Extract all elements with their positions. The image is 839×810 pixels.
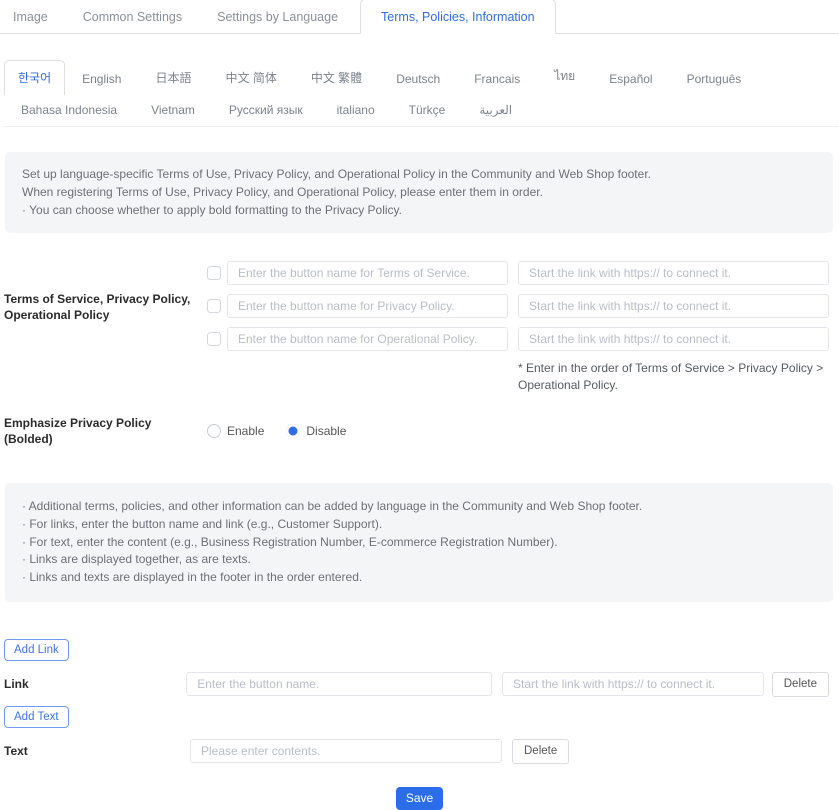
- lang-tab-english[interactable]: English: [65, 64, 138, 95]
- notice-line: · Links and texts are displayed in the f…: [22, 569, 816, 587]
- lang-tab-indonesian[interactable]: Bahasa Indonesia: [4, 95, 134, 126]
- text-content-input[interactable]: [190, 739, 502, 763]
- notice-line: · For links, enter the button name and l…: [22, 516, 816, 534]
- lang-tab-russian[interactable]: Русский язык: [212, 95, 320, 126]
- emphasize-enable-option[interactable]: Enable: [207, 424, 264, 438]
- notice-line: · Additional terms, policies, and other …: [22, 498, 816, 516]
- footer-text-row: Text Delete: [4, 739, 829, 764]
- lang-tab-french[interactable]: Francais: [457, 64, 537, 95]
- lang-tab-portuguese[interactable]: Português: [670, 64, 759, 95]
- lang-tab-chinese-traditional[interactable]: 中文 繁體: [294, 61, 379, 95]
- tab-common-settings[interactable]: Common Settings: [70, 0, 195, 33]
- tab-terms-policies-information[interactable]: Terms, Policies, Information: [360, 0, 556, 34]
- lang-tab-thai[interactable]: ไทย: [537, 59, 592, 95]
- lang-tab-turkish[interactable]: Türkçe: [392, 95, 463, 126]
- language-tab-bar: 한국어 English 日本語 中文 简体 中文 繁體 Deutsch Fran…: [4, 59, 839, 127]
- emphasize-privacy-row: Emphasize Privacy Policy (Bolded) Enable…: [4, 415, 829, 447]
- operational-policy-name-input[interactable]: [227, 327, 508, 351]
- delete-text-button[interactable]: Delete: [512, 739, 569, 764]
- privacy-policy-link-input[interactable]: [518, 294, 829, 318]
- lang-tab-chinese-simplified[interactable]: 中文 简体: [209, 61, 294, 95]
- save-button[interactable]: Save: [396, 787, 443, 810]
- terms-of-service-link-input[interactable]: [518, 261, 829, 285]
- terms-section-label: Terms of Service, Privacy Policy, Operat…: [4, 261, 207, 394]
- link-url-input[interactable]: [502, 672, 764, 696]
- emphasize-disable-option[interactable]: Disable: [286, 424, 346, 438]
- enable-radio-label: Enable: [227, 424, 264, 438]
- disable-radio-label: Disable: [306, 424, 346, 438]
- terms-policy-section: Terms of Service, Privacy Policy, Operat…: [4, 261, 829, 394]
- notice-line: · You can choose whether to apply bold f…: [22, 202, 816, 220]
- notice-line: · Links are displayed together, as are t…: [22, 551, 816, 569]
- terms-of-service-name-input[interactable]: [227, 261, 508, 285]
- terms-of-service-row: [207, 261, 829, 285]
- lang-tab-arabic[interactable]: العربية: [462, 95, 529, 126]
- operational-policy-link-input[interactable]: [518, 327, 829, 351]
- terms-policies-page: Image Common Settings Settings by Langua…: [0, 0, 839, 810]
- additional-info-notice-box: · Additional terms, policies, and other …: [5, 483, 833, 602]
- lang-tab-spanish[interactable]: Español: [592, 64, 669, 95]
- emphasize-privacy-label: Emphasize Privacy Policy (Bolded): [4, 415, 207, 447]
- link-row-label: Link: [4, 676, 186, 692]
- tab-settings-by-language[interactable]: Settings by Language: [204, 0, 351, 33]
- tab-image[interactable]: Image: [0, 0, 61, 33]
- top-tab-bar: Image Common Settings Settings by Langua…: [0, 0, 839, 34]
- terms-inputs-column: * Enter in the order of Terms of Service…: [207, 261, 829, 394]
- link-name-input[interactable]: [186, 672, 492, 696]
- delete-link-button[interactable]: Delete: [772, 672, 829, 697]
- add-link-button[interactable]: Add Link: [4, 639, 69, 661]
- notice-line: When registering Terms of Use, Privacy P…: [22, 184, 816, 202]
- add-text-button[interactable]: Add Text: [4, 706, 69, 728]
- lang-tab-italian[interactable]: italiano: [320, 95, 392, 126]
- disable-radio-icon[interactable]: [286, 424, 300, 438]
- notice-line: Set up language-specific Terms of Use, P…: [22, 166, 816, 184]
- privacy-policy-row: [207, 294, 829, 318]
- lang-tab-vietnamese[interactable]: Vietnam: [134, 95, 212, 126]
- lang-tab-japanese[interactable]: 日本語: [138, 61, 208, 95]
- terms-notice-box: Set up language-specific Terms of Use, P…: [5, 152, 833, 233]
- operational-policy-checkbox[interactable]: [207, 332, 221, 346]
- enable-radio-icon[interactable]: [207, 424, 221, 438]
- text-row-label: Text: [4, 743, 190, 759]
- footer-link-row: Link Delete: [4, 672, 829, 697]
- operational-policy-row: [207, 327, 829, 351]
- notice-line: · For text, enter the content (e.g., Bus…: [22, 534, 816, 552]
- order-note: * Enter in the order of Terms of Service…: [518, 360, 829, 394]
- privacy-policy-checkbox[interactable]: [207, 299, 221, 313]
- privacy-policy-name-input[interactable]: [227, 294, 508, 318]
- save-row: Save: [0, 787, 839, 810]
- lang-tab-korean[interactable]: 한국어: [4, 60, 65, 95]
- emphasize-radio-group: Enable Disable: [207, 424, 368, 438]
- terms-of-service-checkbox[interactable]: [207, 266, 221, 280]
- lang-tab-german[interactable]: Deutsch: [379, 64, 457, 95]
